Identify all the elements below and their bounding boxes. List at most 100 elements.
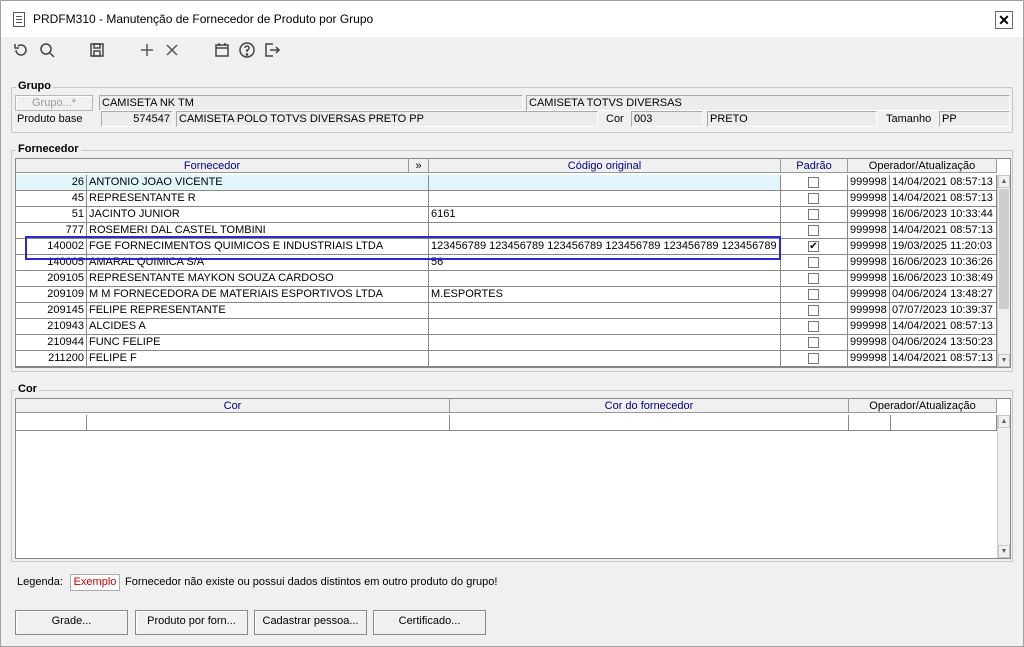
padrao-checkbox[interactable] [808,209,819,220]
exit-icon[interactable] [261,39,283,61]
padrao-checkbox[interactable] [808,321,819,332]
cell-code[interactable]: 45 [16,191,87,207]
padrao-checkbox[interactable] [808,177,819,188]
grupo-legend: Grupo [16,80,53,92]
table-row[interactable]: 210943 ALCIDES A 999998 14/04/2021 08:57:13 [16,319,997,335]
grupo-value-field[interactable]: CAMISETA NK TM [99,95,523,111]
cell-name[interactable]: FELIPE F [87,351,429,367]
padrao-checkbox[interactable] [808,305,819,316]
cell-codigo[interactable] [429,271,781,287]
search-icon[interactable] [36,39,58,61]
help-icon[interactable] [236,39,258,61]
close-button[interactable]: ✕ [995,11,1013,29]
cor-scrollbar[interactable]: ▲ ▼ [997,415,1010,558]
padrao-checkbox[interactable] [808,337,819,348]
cell-name[interactable]: FELIPE REPRESENTANTE [87,303,429,319]
expand-columns-button[interactable]: » [409,159,429,173]
calendar-icon[interactable] [211,39,233,61]
cell-code[interactable]: 210944 [16,335,87,351]
header-cor-operador[interactable]: Operador/Atualização [849,399,997,413]
cell-codigo[interactable] [429,303,781,319]
padrao-checkbox[interactable] [808,225,819,236]
cell-padrao[interactable] [781,319,848,335]
add-icon[interactable] [136,39,158,61]
tamanho-field[interactable]: PP [939,111,1010,127]
cadastrar-pessoa-button[interactable]: Cadastrar pessoa... [254,610,367,635]
cell-name[interactable]: FUNC FELIPE [87,335,429,351]
cell-name[interactable]: M M FORNECEDORA DE MATERIAIS ESPORTIVOS … [87,287,429,303]
cell-name[interactable]: REPRESENTANTE MAYKON SOUZA CARDOSO [87,271,429,287]
cell-padrao[interactable] [781,271,848,287]
table-row[interactable]: 51 JACINTO JUNIOR 6161 999998 16/06/2023 10:… [16,207,997,223]
cor-row[interactable] [16,415,997,431]
padrao-checkbox[interactable] [808,289,819,300]
delete-icon[interactable] [161,39,183,61]
scroll-thumb[interactable] [999,189,1009,309]
padrao-checkbox[interactable] [808,257,819,268]
cell-code[interactable]: 51 [16,207,87,223]
cell-codigo[interactable]: 6161 [429,207,781,223]
cell-operador: 999998 [848,207,890,223]
fornecedor-scrollbar[interactable]: ▲ ▼ [997,175,1010,367]
grupo-button[interactable]: Grupo...* [15,95,93,111]
cor-scroll-up-icon[interactable]: ▲ [998,415,1010,428]
cell-name[interactable]: REPRESENTANTE R [87,191,429,207]
cell-padrao[interactable] [781,287,848,303]
padrao-checkbox[interactable] [808,273,819,284]
cell-padrao[interactable] [781,335,848,351]
header-fornecedor[interactable]: Fornecedor [16,159,409,173]
header-padrao[interactable]: Padrão [781,159,848,173]
header-operador[interactable]: Operador/Atualização [848,159,997,173]
produto-code-field[interactable]: 574547 [101,111,173,127]
header-cor-fornecedor[interactable]: Cor do fornecedor [450,399,849,413]
table-row[interactable]: 211200 FELIPE F 999998 14/04/2021 08:57:13 [16,351,997,367]
cell-padrao[interactable] [781,175,848,191]
cell-codigo[interactable] [429,319,781,335]
undo-icon[interactable] [10,39,32,61]
save-icon[interactable] [86,39,108,61]
padrao-checkbox[interactable] [808,353,819,364]
cell-padrao[interactable] [781,255,848,271]
cell-codigo[interactable] [429,335,781,351]
header-codigo-original[interactable]: Código original [429,159,781,173]
grade-button[interactable]: Grade... [15,610,128,635]
table-row[interactable]: 210944 FUNC FELIPE 999998 04/06/2024 13:50:… [16,335,997,351]
cell-padrao[interactable] [781,191,848,207]
cell-codigo[interactable] [429,175,781,191]
scroll-up-icon[interactable]: ▲ [998,175,1010,188]
cell-padrao[interactable] [781,351,848,367]
cor-cell-fornecedor[interactable] [450,415,849,431]
cell-name[interactable]: ALCIDES A [87,319,429,335]
table-row[interactable]: 45 REPRESENTANTE R 999998 14/04/2021 08:57:… [16,191,997,207]
cell-code[interactable]: 209145 [16,303,87,319]
cell-code[interactable]: 209105 [16,271,87,287]
produto-por-forn-button[interactable]: Produto por forn... [135,610,248,635]
table-row[interactable]: 209109 M M FORNECEDORA DE MATERIAIS ESPOR… [16,287,997,303]
cor-scroll-down-icon[interactable]: ▼ [998,545,1010,558]
cell-code[interactable]: 209109 [16,287,87,303]
header-cor[interactable]: Cor [16,399,450,413]
cell-name[interactable]: JACINTO JUNIOR [87,207,429,223]
table-row[interactable]: 209145 FELIPE REPRESENTANTE 999998 07/07/20… [16,303,997,319]
table-row[interactable]: 26 ANTONIO JOAO VICENTE 999998 14/04/2021 0… [16,175,997,191]
cell-codigo[interactable]: M.ESPORTES [429,287,781,303]
cell-code[interactable]: 210943 [16,319,87,335]
padrao-checkbox[interactable] [808,193,819,204]
cell-name[interactable]: ANTONIO JOAO VICENTE [87,175,429,191]
scroll-down-icon[interactable]: ▼ [998,354,1010,367]
cell-padrao[interactable] [781,223,848,239]
cell-code[interactable]: 211200 [16,351,87,367]
table-row[interactable]: 209105 REPRESENTANTE MAYKON SOUZA CARDOSO… [16,271,997,287]
cell-codigo[interactable] [429,351,781,367]
cor-cell-desc[interactable] [87,415,450,431]
cell-padrao[interactable] [781,207,848,223]
cell-operador: 999998 [848,287,890,303]
certificado-button[interactable]: Certificado... [373,610,486,635]
cell-padrao[interactable] [781,303,848,319]
cor-cell-code[interactable] [16,415,87,431]
cell-code[interactable]: 26 [16,175,87,191]
cell-padrao[interactable]: ✔ [781,239,848,255]
cell-codigo[interactable] [429,191,781,207]
padrao-checkbox[interactable]: ✔ [808,241,819,252]
cor-code-field[interactable]: 003 [631,111,703,127]
